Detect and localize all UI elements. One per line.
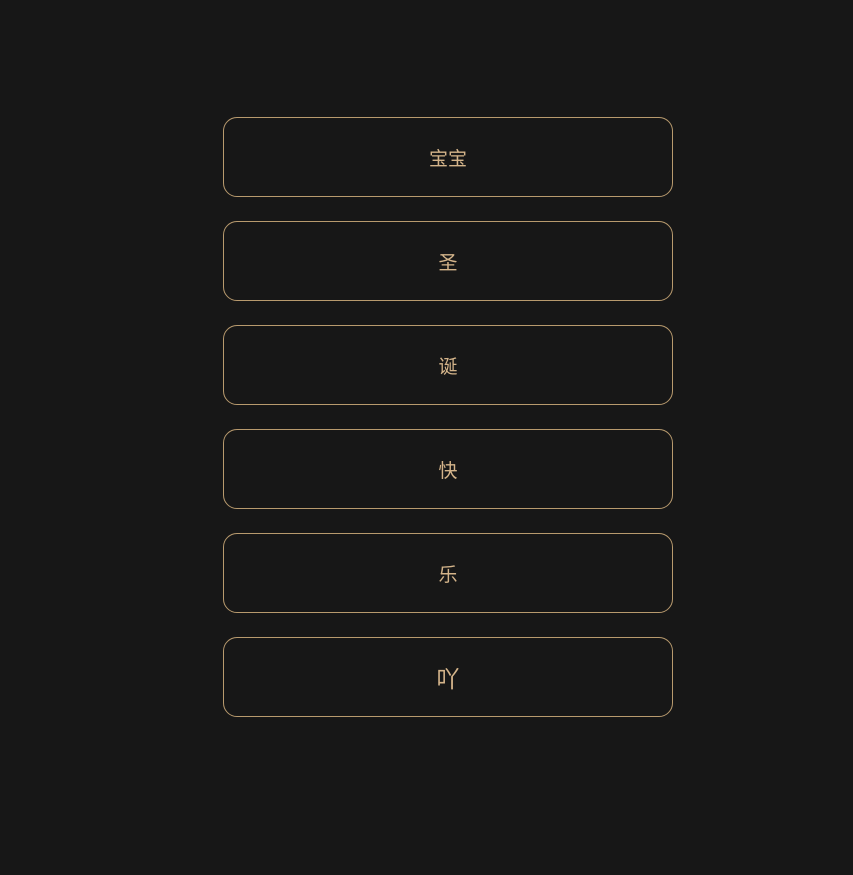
message-card-label: 乐 xyxy=(438,563,458,586)
final-card-label: 吖 xyxy=(436,667,460,693)
message-card-4[interactable]: 快 xyxy=(223,429,673,509)
message-card-label: 诞 xyxy=(438,355,458,378)
message-card-3[interactable]: 诞 xyxy=(223,325,673,405)
message-card-label: 圣 xyxy=(438,251,458,274)
message-card-1[interactable]: 宝宝 xyxy=(223,117,673,197)
message-card-stack: 宝宝 圣 诞 快 乐 吖 xyxy=(223,117,673,717)
final-card-button[interactable]: 吖 xyxy=(223,637,673,717)
message-card-label: 快 xyxy=(438,459,458,482)
message-card-label: 宝宝 xyxy=(428,147,467,170)
message-card-5[interactable]: 乐 xyxy=(223,533,673,613)
message-card-2[interactable]: 圣 xyxy=(223,221,673,301)
